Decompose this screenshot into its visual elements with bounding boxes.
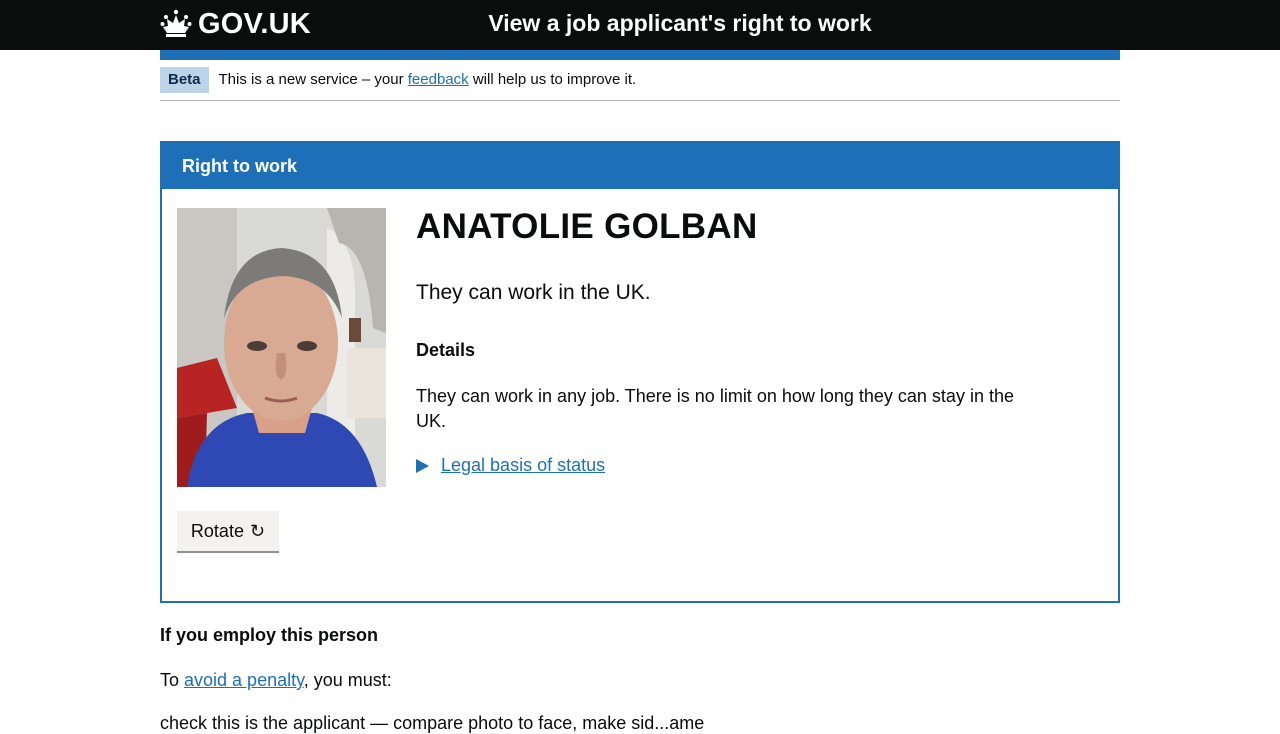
avoid-penalty-link[interactable]: avoid a penalty	[184, 670, 304, 690]
phase-text-before: This is a new service – your	[218, 71, 408, 88]
applicant-photo	[177, 208, 386, 487]
expand-triangle-icon	[416, 458, 429, 473]
details-text: They can work in any job. There is no li…	[416, 386, 1014, 431]
details-heading: Details	[416, 340, 476, 360]
work-status: They can work in the UK.	[416, 281, 651, 304]
right-to-work-panel: Right to work Rotate ↻ ANATOLIE GOLBAN T…	[160, 141, 1120, 603]
rotate-button[interactable]: Rotate ↻	[177, 511, 279, 551]
applicant-photo-image	[177, 208, 386, 487]
legal-basis-label: Legal basis of status	[441, 455, 606, 475]
penalty-text: To avoid a penalty, you must:	[160, 670, 392, 691]
service-name-link[interactable]: View a job applicant's right to work	[0, 10, 1280, 37]
phase-tag: Beta	[160, 67, 209, 93]
legal-basis-details-toggle[interactable]: Legal basis of status	[416, 455, 605, 476]
feedback-link[interactable]: feedback	[408, 71, 469, 88]
panel-title: Right to work	[162, 143, 1118, 189]
phase-text-after: will help us to improve it.	[468, 71, 637, 88]
phase-banner-text: This is a new service – your feedback wi…	[219, 67, 637, 93]
penalty-text-before: To	[160, 670, 185, 690]
rotate-label: Rotate	[190, 520, 244, 541]
person-name: ANATOLIE GOLBAN	[416, 207, 758, 246]
govuk-header: GOV.UK View a job applicant's right to w…	[0, 0, 1280, 50]
cut-off-list-item: check this is the applicant — compare ph…	[160, 713, 705, 733]
header-blue-bar	[160, 50, 1120, 60]
employ-heading: If you employ this person	[160, 625, 379, 645]
rotate-icon: ↻	[249, 520, 266, 541]
phase-banner: Beta This is a new service – your feedba…	[160, 67, 1120, 101]
penalty-text-after: , you must:	[303, 670, 392, 690]
